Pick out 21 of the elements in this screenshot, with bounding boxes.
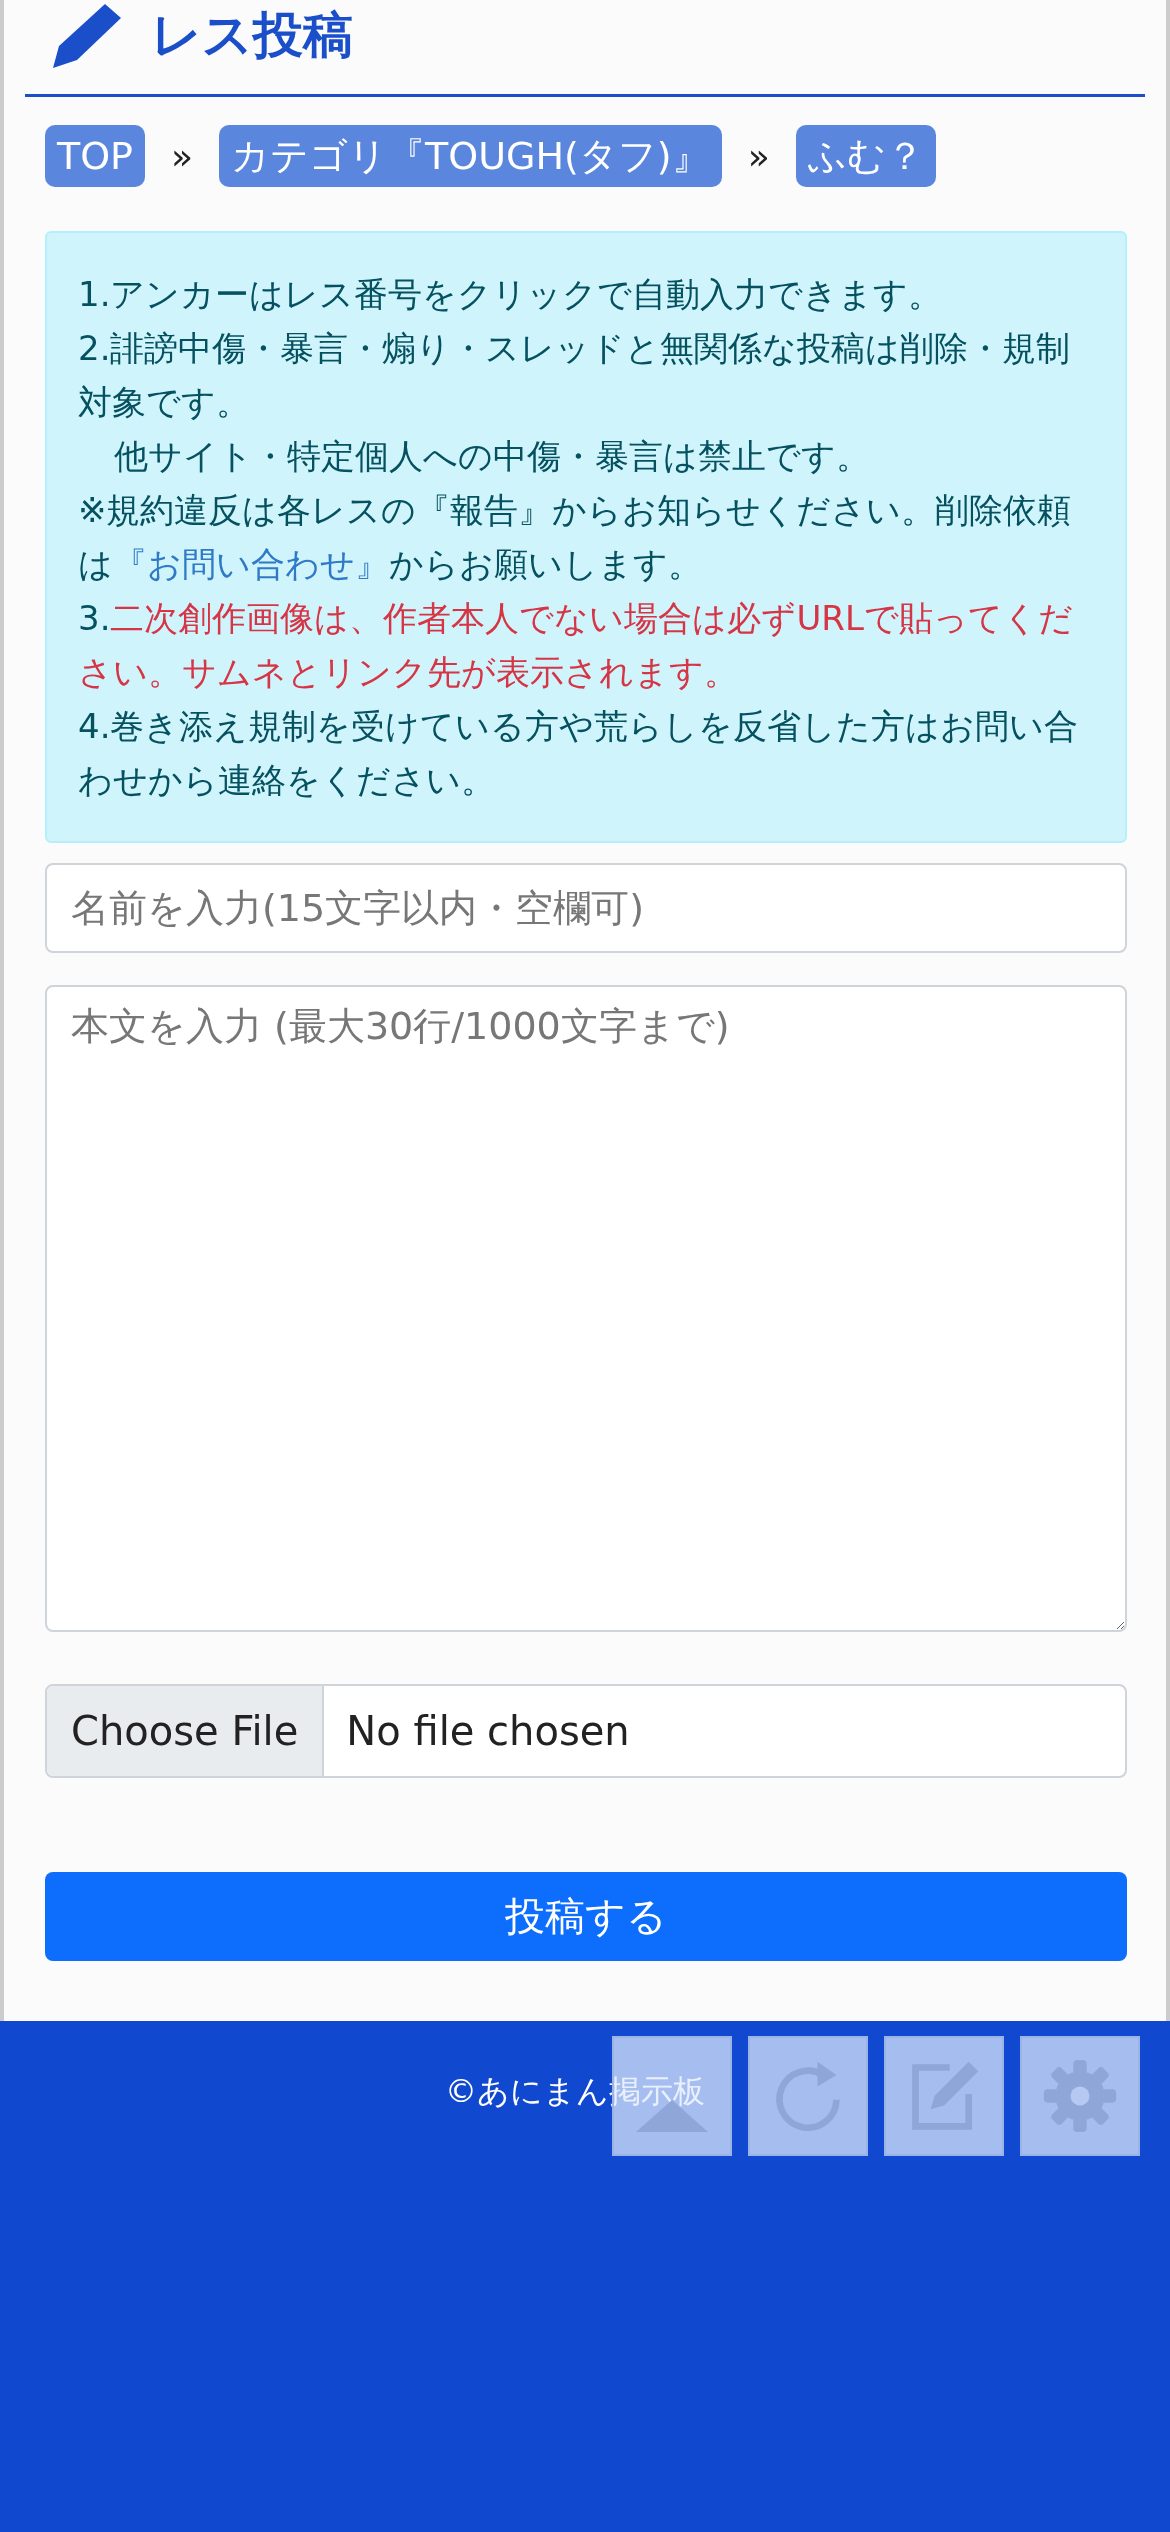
notice-text: ※規約違反は各レスの『報告』からお知らせください。削除依頼は『お問い合わせ』からお願いします。 (78, 489, 1073, 586)
body-field[interactable]: 本文を入力 (最大30行/1000文字まで) (45, 984, 1127, 1633)
breadcrumb-separator: » (746, 135, 771, 177)
section-title: レス投稿 (151, 4, 353, 66)
file-input[interactable]: Choose File No file chosen (45, 1684, 1127, 1779)
breadcrumb-link[interactable]: TOP (45, 125, 146, 187)
settings-icon (1042, 2058, 1118, 2134)
notice-text: 他サイト・特定個人への中傷・暴言は禁止です。 (113, 435, 871, 478)
edit-button[interactable] (884, 2036, 1004, 2156)
submit-button[interactable]: 投稿する (45, 1872, 1127, 1961)
notice-text: 1.アンカーはレス番号をクリックで自動入力できます。 (78, 273, 944, 316)
breadcrumb-link[interactable]: ふむ？ (795, 125, 936, 187)
name-field[interactable]: 名前を入力(15文字以内・空欄可) (45, 863, 1127, 953)
settings-button[interactable] (1020, 2036, 1140, 2156)
contact-link[interactable]: 『お問い合わせ』 (113, 544, 389, 584)
refresh-button[interactable] (748, 2036, 868, 2156)
notice-text: 3.二次創作画像は、作者本人でない場合は必ずURLで貼ってください。サムネとリンク先が表示されます。 (78, 597, 1074, 694)
breadcrumb-separator: » (170, 135, 195, 177)
breadcrumb-link[interactable]: カテゴリ『TOUGH(タフ)』 (219, 125, 722, 187)
notice-text: 2.誹謗中傷・暴言・煽り・スレッドと無関係な投稿は削除・規制対象です。 (78, 327, 1072, 424)
notice-text: 4.巻き添え規制を受けている方や荒らしを反省した方はお問い合わせから連絡をください。 (78, 705, 1080, 802)
